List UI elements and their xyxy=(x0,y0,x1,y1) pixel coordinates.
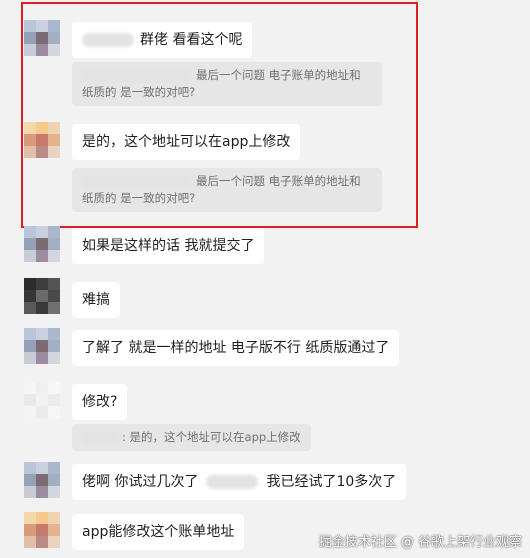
quoted-message[interactable]: 最后一个问题 电子账单的地址和纸质的 是一致的对吧? xyxy=(72,62,382,106)
avatar[interactable] xyxy=(24,462,60,498)
message-bubble[interactable]: 群佬 看看这个呢 xyxy=(72,22,253,58)
quoted-message[interactable]: : 是的，这个地址可以在app上修改 xyxy=(72,424,311,451)
quoted-message[interactable]: 最后一个问题 电子账单的地址和纸质的 是一致的对吧? xyxy=(72,168,382,212)
message-text: 佬啊 你试过几次了 xyxy=(82,474,199,490)
message-bubble[interactable]: app能修改这个账单地址 xyxy=(72,514,245,550)
message-bubble[interactable]: 了解了 就是一样的地址 电子版不行 纸质版通过了 xyxy=(72,330,400,366)
message-text: app能修改这个账单地址 xyxy=(82,524,235,540)
message-text: 了解了 就是一样的地址 电子版不行 纸质版通过了 xyxy=(82,340,390,356)
quote-text: : 是的，这个地址可以在app上修改 xyxy=(122,430,301,444)
message-text: 群佬 看看这个呢 xyxy=(140,32,243,48)
watermark: 掘金技术社区 @ 谷歌上架行业观察 xyxy=(318,535,522,550)
avatar[interactable] xyxy=(24,382,60,418)
message-bubble[interactable]: 佬啊 你试过几次了 我已经试了10多次了 xyxy=(72,464,407,500)
message-bubble[interactable]: 如果是这样的话 我就提交了 xyxy=(72,228,265,264)
avatar[interactable] xyxy=(24,122,60,158)
message-bubble[interactable]: 是的，这个地址可以在app上修改 xyxy=(72,124,301,160)
message-text: 难搞 xyxy=(82,292,110,308)
avatar[interactable] xyxy=(24,20,60,56)
message-text: 如果是这样的话 我就提交了 xyxy=(82,238,255,254)
avatar[interactable] xyxy=(24,226,60,262)
sender-name-redacted xyxy=(82,431,120,444)
message-bubble[interactable]: 修改? xyxy=(72,384,128,420)
message-bubble[interactable]: 难搞 xyxy=(72,282,120,318)
sender-name-redacted xyxy=(82,33,134,47)
avatar[interactable] xyxy=(24,328,60,364)
avatar[interactable] xyxy=(24,512,60,548)
mention-redacted xyxy=(206,475,259,489)
message-text: 修改? xyxy=(82,394,118,410)
sender-name-redacted xyxy=(82,69,192,82)
avatar[interactable] xyxy=(24,278,60,314)
message-text: 我已经试了10多次了 xyxy=(266,474,397,490)
message-text: 是的，这个地址可以在app上修改 xyxy=(82,134,291,150)
sender-name-redacted xyxy=(82,175,192,188)
